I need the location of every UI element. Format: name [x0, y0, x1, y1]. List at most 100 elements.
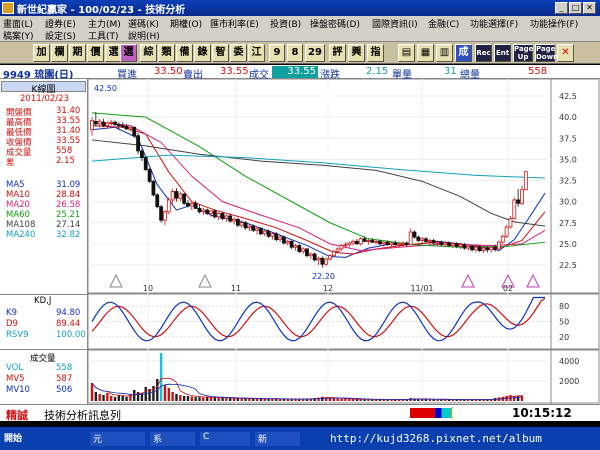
tool-button[interactable]: 選 [120, 44, 137, 62]
candle-body [247, 225, 252, 229]
tool-button[interactable]: 錄 [194, 44, 211, 62]
candle-body [512, 199, 517, 219]
candle-body [259, 228, 263, 235]
tool-button[interactable]: 委 [230, 44, 247, 62]
volume-bar [229, 398, 232, 401]
tool-button[interactable]: 8 [287, 44, 303, 62]
volume-bar [428, 399, 432, 401]
menu-invest[interactable]: 投資(B) [270, 17, 301, 30]
candle-body [166, 199, 171, 213]
status-message: 技術分析訊息列 [44, 409, 121, 422]
price-value: 33.55 [56, 116, 81, 126]
tool-button[interactable]: 興 [348, 44, 365, 62]
candle-body [155, 194, 160, 208]
candle-body [508, 218, 513, 228]
vol-tick-label: 4000 [559, 357, 579, 366]
tool-button[interactable]: 加 [33, 44, 50, 62]
buy-price: 33.50 [154, 66, 183, 77]
volume-bar [133, 390, 136, 401]
menu-settings[interactable]: 設定(S) [45, 29, 76, 42]
volume-bar [213, 397, 217, 401]
tool-button[interactable]: 欄 [51, 44, 68, 62]
tool-button[interactable]: ▥ [436, 44, 453, 62]
tool-button[interactable]: ▤ [398, 44, 415, 62]
price-value: 31.40 [56, 126, 81, 136]
menu-international[interactable]: 國際資訊(I) [372, 17, 418, 30]
tool-button[interactable]: 智 [212, 44, 229, 62]
candle-body [351, 240, 355, 244]
candle-body [262, 230, 267, 235]
start-button[interactable]: 開始 [4, 431, 22, 444]
volume-bar [106, 393, 109, 401]
candle-body [473, 246, 478, 251]
menu-help[interactable]: 說明(H) [128, 29, 160, 42]
watermark-url: http://kujd3268.pixnet.net/album [330, 432, 542, 445]
quote-bar: 9949 琉園(日) 買進 33.50 賣出 33.55 成交 33.55 漲跌… [0, 65, 600, 81]
tool-button[interactable]: 期 [69, 44, 86, 62]
menu-forex[interactable]: 匯市利率(E) [210, 17, 259, 30]
candle-body [232, 218, 236, 222]
task-item[interactable]: 元 [90, 432, 145, 446]
candle-body [320, 257, 325, 265]
tool-button[interactable]: ▦ [417, 44, 434, 62]
tool-button[interactable]: 9 [269, 44, 285, 62]
tool-button[interactable]: 江 [248, 44, 265, 62]
menu-function-operate[interactable]: 功能操作(F) [530, 17, 578, 30]
candle-body [147, 169, 152, 182]
menu-tools[interactable]: 工具(T) [88, 29, 119, 42]
minimize-button[interactable]: _ [555, 2, 568, 14]
volume-bar [263, 398, 266, 401]
candle-body [447, 242, 451, 246]
volume-bar [121, 396, 124, 401]
title-bar: 新世紀贏家 - 100/02/23 - 技術分析 _ □ ✕ [0, 0, 600, 16]
kd-value: 94.80 [56, 308, 81, 318]
menu-finance[interactable]: 金融(C) [428, 17, 459, 30]
menu-draft[interactable]: 稿案(Y) [3, 29, 34, 42]
candle-body [328, 255, 332, 260]
candle-body [182, 193, 187, 204]
menu-options[interactable]: 期權(O) [170, 17, 202, 30]
candle-body [397, 243, 402, 246]
page-down-button[interactable]: Page Down [535, 44, 558, 62]
indicator-panel: K線圖 2011/02/23 開盤價 31.40 最高價 33.55 最低價 31.40 收… [0, 79, 88, 404]
page-up-button[interactable]: Page Up [513, 44, 533, 62]
candle-body [97, 120, 102, 125]
ent-button[interactable]: Ent [494, 44, 511, 62]
menu-password[interactable]: 操盤密碼(D) [310, 17, 360, 30]
candle-body [170, 191, 175, 201]
task-item[interactable]: 系 [150, 432, 195, 446]
vol-tick-label: 2000 [559, 377, 579, 386]
price-chart[interactable]: 42.5 40.0 37.5 35.0 32.5 30.0 27.5 25.0 22.5 10 11… [88, 79, 600, 404]
vol-value: 558 [56, 363, 73, 373]
y-tick-label: 40.0 [559, 113, 577, 122]
volume-bar [424, 399, 428, 401]
close-button[interactable]: ✕ [583, 2, 596, 14]
volume-bar [240, 398, 243, 401]
volume-bar [348, 399, 351, 401]
candle-body [163, 211, 167, 221]
candle-body [489, 246, 494, 251]
rec-button[interactable]: Rec [475, 44, 492, 62]
tool-button[interactable]: 成 [455, 44, 472, 62]
window-title: 新世紀贏家 - 100/02/23 - 技術分析 [17, 4, 186, 16]
task-item[interactable]: C [200, 432, 250, 446]
tool-button[interactable]: 指 [367, 44, 384, 62]
tool-button[interactable]: 備 [176, 44, 193, 62]
candle-body [297, 245, 302, 252]
tool-button[interactable]: 綜 [140, 44, 157, 62]
tool-button[interactable]: 價 [87, 44, 104, 62]
tool-button[interactable]: 類 [158, 44, 175, 62]
menu-function-select[interactable]: 功能選擇(F) [470, 17, 518, 30]
candle-body [389, 242, 394, 246]
maximize-button[interactable]: □ [569, 2, 582, 14]
close-chart-button[interactable]: ✕ [557, 44, 574, 62]
tool-button[interactable]: 評 [329, 44, 346, 62]
candle-body [416, 236, 421, 241]
candle-body [431, 240, 436, 244]
kline-label[interactable]: K線圖 [1, 81, 86, 95]
volume-bar [344, 399, 347, 401]
candle-body [113, 121, 117, 126]
task-item[interactable]: 新 [255, 432, 300, 446]
tool-button[interactable]: 29 [305, 44, 325, 62]
vol-label: MV10 [6, 385, 30, 395]
